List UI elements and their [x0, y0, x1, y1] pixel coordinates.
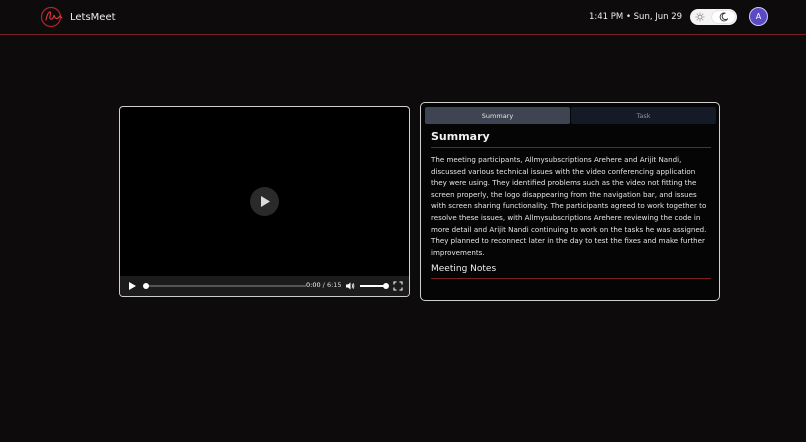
toggle-knob[interactable] [712, 11, 735, 23]
meeting-notes-heading: Meeting Notes [431, 264, 497, 274]
volume-slider[interactable] [360, 283, 389, 289]
notes-divider [431, 278, 711, 279]
datetime: 1:41 PM • Sun, Jun 29 [589, 12, 683, 22]
tab-task[interactable]: Task [571, 107, 716, 124]
play-icon [261, 196, 270, 207]
heading-divider [431, 147, 711, 148]
tab-summary[interactable]: Summary [425, 107, 570, 124]
avatar-initial: A [755, 12, 762, 21]
top-navbar: LetsMeet 1:41 PM • Sun, Jun 29 A [0, 0, 806, 35]
summary-panel: Summary Task Summary The meeting partici… [420, 102, 720, 301]
avatar[interactable]: A [749, 7, 768, 26]
time-display: 0:00 / 6:15 [306, 281, 342, 289]
video-controls: 0:00 / 6:15 [120, 276, 409, 296]
signature-logo-icon [40, 6, 63, 28]
volume-icon[interactable] [345, 281, 355, 291]
video-player[interactable]: 0:00 / 6:15 [119, 106, 410, 297]
volume-thumb[interactable] [383, 283, 389, 289]
sun-icon [695, 12, 705, 22]
center-play-button[interactable] [250, 187, 279, 216]
brand[interactable]: LetsMeet [40, 6, 116, 28]
theme-toggle[interactable] [690, 9, 737, 25]
app-name: LetsMeet [70, 11, 116, 23]
play-icon[interactable] [128, 282, 136, 290]
duration: 6:15 [326, 281, 342, 289]
fullscreen-icon[interactable] [393, 281, 403, 291]
seek-bar[interactable] [143, 283, 306, 289]
current-time: 0:00 [306, 281, 321, 289]
seek-thumb[interactable] [143, 283, 149, 289]
moon-icon [719, 12, 729, 22]
summary-heading: Summary [431, 130, 490, 143]
summary-text: The meeting participants, Allmysubscript… [431, 155, 707, 257]
